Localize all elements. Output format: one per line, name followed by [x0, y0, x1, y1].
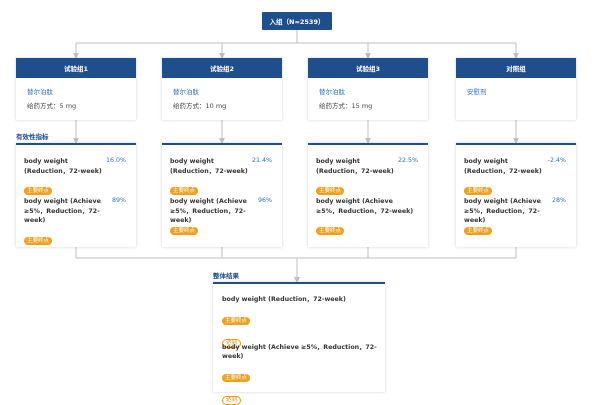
overall-results-card: body weight (Reduction，72-week) 主要终点 达到 … — [213, 282, 385, 405]
group-node-1: 试验组1 替尔泊肽 给药方式：5 mg — [16, 58, 136, 120]
endpoint-name: body weight (Reduction，72-week) — [170, 158, 248, 175]
primary-endpoint-badge: 主要终点 — [170, 227, 199, 235]
endpoint-name: body weight (Reduction，72-week) — [24, 158, 102, 175]
overall-endpoint-row: body weight (Reduction，72-week) 主要终点 达到 — [222, 295, 382, 348]
group-title: 对照组 — [456, 58, 576, 78]
result-badge: 达到 — [222, 396, 242, 405]
endpoint-value: 22.5% — [397, 157, 418, 164]
overall-endpoint-row: body weight (Achieve ≥5%，Reduction，72-we… — [222, 343, 382, 405]
endpoint-card-control: body weight (Reduction，72-week) -2.4% 主要… — [456, 143, 576, 247]
group-node-2: 试验组2 替尔泊肽 给药方式：10 mg — [162, 58, 282, 120]
endpoint-value: -2.4% — [547, 157, 566, 164]
endpoint-card-3: body weight (Reduction，72-week) 22.5% 主要… — [308, 143, 428, 247]
primary-endpoint-badge: 主要终点 — [464, 187, 493, 195]
group-dose: 给药方式：15 mg — [319, 102, 373, 110]
endpoint-name: body weight (Achieve ≥5%，Reduction，72-we… — [24, 198, 101, 224]
group-drug: 替尔泊肽 — [27, 88, 53, 96]
group-drug: 替尔泊肽 — [173, 88, 199, 96]
endpoint-name: body weight (Achieve ≥5%，Reduction，72-we… — [222, 344, 377, 360]
primary-endpoint-badge: 主要终点 — [222, 374, 251, 382]
group-title: 试验组1 — [16, 58, 136, 78]
group-drug: 替尔泊肽 — [319, 88, 345, 96]
efficacy-section-title: 有效性指标 — [16, 133, 49, 141]
endpoint-value: 28% — [552, 197, 566, 204]
endpoint-value: 89% — [112, 197, 126, 204]
group-title: 试验组3 — [308, 58, 428, 78]
endpoint-name: body weight (Reduction，72-week) — [464, 158, 542, 175]
primary-endpoint-badge: 主要终点 — [464, 227, 493, 235]
endpoint-card-1: body weight (Reduction，72-week) 16.0% 主要… — [16, 143, 136, 247]
group-dose: 给药方式：5 mg — [27, 102, 77, 110]
endpoint-name: body weight (Reduction，72-week) — [316, 158, 394, 175]
primary-endpoint-badge: 主要终点 — [170, 187, 199, 195]
primary-endpoint-badge: 主要终点 — [24, 187, 53, 195]
enrollment-node: 入组（N=2539） — [262, 12, 332, 30]
endpoint-name: body weight (Reduction，72-week) — [222, 296, 346, 303]
group-node-3: 试验组3 替尔泊肽 给药方式：15 mg — [308, 58, 428, 120]
group-node-control: 对照组 安慰剂 — [456, 58, 576, 120]
group-drug: 安慰剂 — [467, 88, 487, 96]
primary-endpoint-badge: 主要终点 — [316, 227, 345, 235]
endpoint-card-2: body weight (Reduction，72-week) 21.4% 主要… — [162, 143, 282, 247]
endpoint-value: 21.4% — [251, 157, 272, 164]
overall-section-title: 整体结果 — [213, 272, 239, 280]
endpoint-value: 96% — [258, 197, 272, 204]
primary-endpoint-badge: 主要终点 — [24, 237, 53, 245]
group-title: 试验组2 — [162, 58, 282, 78]
endpoint-value: 16.0% — [105, 157, 126, 164]
endpoint-name: body weight (Achieve ≥5%，Reduction，72-we… — [316, 198, 414, 215]
primary-endpoint-badge: 主要终点 — [222, 317, 251, 325]
group-dose: 给药方式：10 mg — [173, 102, 227, 110]
primary-endpoint-badge: 主要终点 — [316, 187, 345, 195]
